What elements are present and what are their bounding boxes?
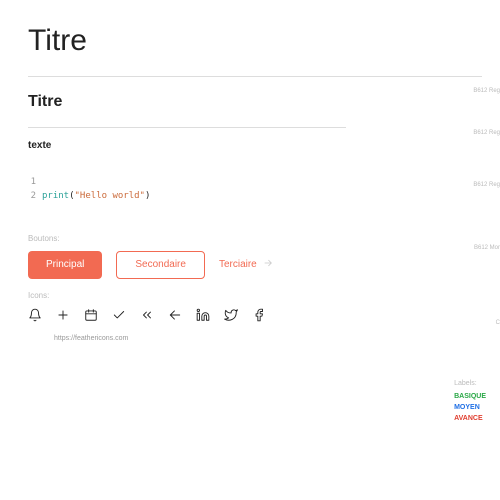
font-annotation: B612 Mor <box>474 245 500 251</box>
label-medium: MOYEN <box>454 404 486 411</box>
code-paren: ) <box>145 191 150 201</box>
icons-footnote-link[interactable]: https://feathericons.com <box>54 335 482 342</box>
arrow-right-icon <box>263 258 273 271</box>
check-icon <box>112 308 126 325</box>
font-annotation: B612 Reg <box>473 88 500 94</box>
facebook-icon <box>252 308 266 325</box>
divider-1 <box>28 76 482 77</box>
labels-block: Labels: BASIQUE MOYEN AVANCE <box>454 380 486 426</box>
code-keyword: print <box>42 191 69 201</box>
labels-title: Labels: <box>454 380 486 387</box>
code-block: 1 2 print("Hello world") <box>28 175 482 204</box>
label-advanced: AVANCE <box>454 415 486 422</box>
tertiary-button-label: Terciaire <box>219 259 257 270</box>
linkedin-icon <box>196 308 210 325</box>
heading-2: Titre <box>28 93 482 111</box>
line-number: 2 <box>28 189 42 203</box>
code-line: 2 print("Hello world") <box>28 189 482 203</box>
tertiary-button[interactable]: Terciaire <box>219 251 273 279</box>
secondary-button[interactable]: Secondaire <box>116 251 205 279</box>
chevrons-left-icon <box>140 308 154 325</box>
code-line: 1 <box>28 175 482 189</box>
font-annotation: B612 Reg <box>473 130 500 136</box>
divider-2 <box>28 127 346 128</box>
calendar-icon <box>84 308 98 325</box>
section-label-buttons: Boutons: <box>28 234 482 243</box>
line-number: 1 <box>28 175 42 189</box>
code-string: "Hello world" <box>75 191 145 201</box>
button-row: Principal Secondaire Terciaire <box>28 251 482 279</box>
twitter-icon <box>224 308 238 325</box>
bell-icon <box>28 308 42 325</box>
arrow-left-icon <box>168 308 182 325</box>
section-label-icons: Icons: <box>28 291 482 300</box>
plus-icon <box>56 308 70 325</box>
icon-row <box>28 308 482 325</box>
body-text: texte <box>28 140 482 151</box>
font-annotation: B612 Reg <box>473 182 500 188</box>
heading-1: Titre <box>28 24 482 58</box>
code-content: print("Hello world") <box>42 189 150 203</box>
label-basic: BASIQUE <box>454 393 486 400</box>
font-annotation: C <box>496 320 500 326</box>
primary-button[interactable]: Principal <box>28 251 102 279</box>
